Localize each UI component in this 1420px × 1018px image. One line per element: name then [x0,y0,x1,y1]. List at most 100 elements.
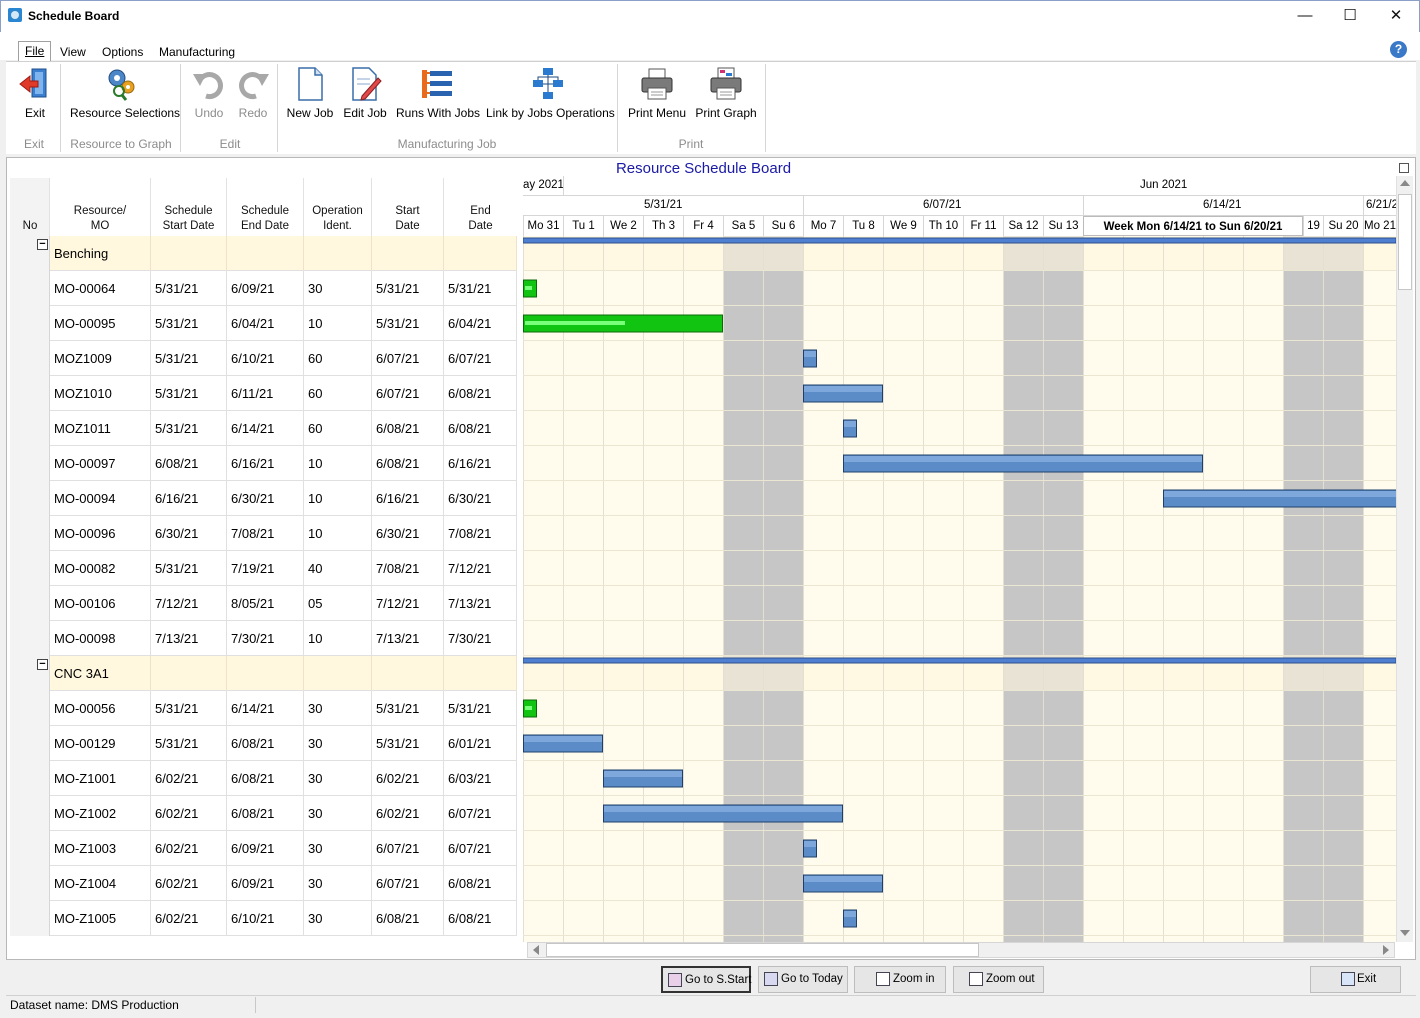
end-date-cell[interactable]: 7/08/21 [444,516,517,551]
edit-job-button[interactable]: Edit Job [342,66,388,120]
resource-group-row[interactable]: − CNC 3A1 [10,656,517,691]
mo-cell[interactable]: MO-00064 [50,271,151,306]
end-date-cell[interactable]: 5/31/21 [444,271,517,306]
operation-cell[interactable]: 10 [304,306,372,341]
scroll-left-icon[interactable] [533,945,539,955]
table-row[interactable]: MO-00106 7/12/21 8/05/21 05 7/12/21 7/13/21 [10,586,517,621]
start-date-cell[interactable]: 6/08/21 [372,411,444,446]
schedule-end-cell[interactable]: 6/08/21 [227,796,304,831]
col-header-end-date[interactable]: End Date [444,178,517,236]
redo-button[interactable]: Redo [232,66,274,120]
end-date-cell[interactable]: 7/12/21 [444,551,517,586]
horizontal-scroll-thumb[interactable] [546,943,979,957]
start-date-cell[interactable]: 5/31/21 [372,306,444,341]
operation-cell[interactable]: 30 [304,866,372,901]
start-date-cell[interactable]: 6/08/21 [372,901,444,936]
operation-cell[interactable]: 60 [304,341,372,376]
end-date-cell[interactable]: 6/01/21 [444,726,517,761]
close-button[interactable]: ✕ [1373,0,1419,32]
operation-cell[interactable]: 60 [304,376,372,411]
schedule-end-cell[interactable]: 8/05/21 [227,586,304,621]
mo-cell[interactable]: MO-00094 [50,481,151,516]
operation-cell[interactable]: 30 [304,901,372,936]
table-row[interactable]: MO-00098 7/13/21 7/30/21 10 7/13/21 7/30/21 [10,621,517,656]
start-date-cell[interactable]: 6/07/21 [372,341,444,376]
operation-cell[interactable]: 30 [304,271,372,306]
exit-bottom-button[interactable]: Exit [1310,966,1401,993]
scroll-down-icon[interactable] [1400,930,1410,936]
table-row[interactable]: MO-Z1004 6/02/21 6/09/21 30 6/07/21 6/08/21 [10,866,517,901]
start-date-cell[interactable]: 7/08/21 [372,551,444,586]
schedule-end-cell[interactable]: 6/09/21 [227,831,304,866]
col-header-schedule-start[interactable]: Schedule Start Date [151,178,227,236]
end-date-cell[interactable]: 7/13/21 [444,586,517,621]
table-row[interactable]: MO-00056 5/31/21 6/14/21 30 5/31/21 5/31/21 [10,691,517,726]
scroll-up-icon[interactable] [1400,180,1410,186]
col-header-no[interactable]: No [10,178,50,236]
col-header-resource[interactable]: Resource/MO [50,178,151,236]
schedule-end-cell[interactable]: 6/09/21 [227,866,304,901]
go-to-sstart-button[interactable]: Go to S.Start [661,966,751,993]
start-date-cell[interactable]: 5/31/21 [372,726,444,761]
schedule-end-cell[interactable]: 6/16/21 [227,446,304,481]
collapse-toggle-icon[interactable]: − [37,659,48,670]
end-date-cell[interactable]: 6/08/21 [444,901,517,936]
schedule-end-cell[interactable]: 7/19/21 [227,551,304,586]
mo-cell[interactable]: MO-00106 [50,586,151,621]
menu-options[interactable]: Options [96,44,149,62]
new-job-button[interactable]: New Job [286,66,334,120]
operation-cell[interactable]: 60 [304,411,372,446]
table-row[interactable]: MOZ1010 5/31/21 6/11/21 60 6/07/21 6/08/21 [10,376,517,411]
vertical-scroll-thumb[interactable] [1398,194,1412,290]
schedule-end-cell[interactable]: 6/14/21 [227,411,304,446]
help-icon[interactable]: ? [1390,41,1407,58]
table-row[interactable]: MO-00082 5/31/21 7/19/21 40 7/08/21 7/12/21 [10,551,517,586]
start-date-cell[interactable]: 7/12/21 [372,586,444,621]
end-date-cell[interactable]: 6/08/21 [444,411,517,446]
schedule-start-cell[interactable]: 6/02/21 [151,866,227,901]
col-header-start-date[interactable]: Start Date [372,178,444,236]
operation-cell[interactable]: 30 [304,796,372,831]
maximize-button[interactable]: ☐ [1327,0,1373,32]
mo-cell[interactable]: MO-00098 [50,621,151,656]
scroll-right-icon[interactable] [1383,945,1389,955]
menu-file[interactable]: File [18,41,52,62]
table-row[interactable]: MO-00097 6/08/21 6/16/21 10 6/08/21 6/16/21 [10,446,517,481]
col-header-operation[interactable]: Operation Ident. [304,178,372,236]
operation-cell[interactable]: 10 [304,516,372,551]
mo-cell[interactable]: MO-00096 [50,516,151,551]
end-date-cell[interactable]: 6/16/21 [444,446,517,481]
schedule-end-cell[interactable]: 7/30/21 [227,621,304,656]
end-date-cell[interactable]: 5/31/21 [444,691,517,726]
operation-cell[interactable]: 30 [304,726,372,761]
end-date-cell[interactable]: 6/07/21 [444,796,517,831]
schedule-end-cell[interactable]: 6/04/21 [227,306,304,341]
schedule-start-cell[interactable]: 5/31/21 [151,341,227,376]
schedule-end-cell[interactable]: 7/08/21 [227,516,304,551]
exit-ribbon-button[interactable]: Exit [14,66,56,120]
schedule-start-cell[interactable]: 7/12/21 [151,586,227,621]
schedule-start-cell[interactable]: 5/31/21 [151,551,227,586]
table-row[interactable]: MO-00129 5/31/21 6/08/21 30 5/31/21 6/01/21 [10,726,517,761]
start-date-cell[interactable]: 6/07/21 [372,376,444,411]
operation-cell[interactable]: 40 [304,551,372,586]
table-row[interactable]: MOZ1009 5/31/21 6/10/21 60 6/07/21 6/07/21 [10,341,517,376]
link-by-jobs-operations-button[interactable]: Link by Jobs Operations [486,66,615,120]
start-date-cell[interactable]: 6/07/21 [372,866,444,901]
end-date-cell[interactable]: 6/30/21 [444,481,517,516]
mo-cell[interactable]: MO-Z1005 [50,901,151,936]
operation-cell[interactable]: 05 [304,586,372,621]
end-date-cell[interactable]: 6/04/21 [444,306,517,341]
print-graph-button[interactable]: Print Graph [695,66,757,120]
schedule-start-cell[interactable]: 6/30/21 [151,516,227,551]
schedule-start-cell[interactable]: 6/02/21 [151,831,227,866]
print-menu-button[interactable]: Print Menu [627,66,687,120]
table-row[interactable]: MO-00094 6/16/21 6/30/21 10 6/16/21 6/30/21 [10,481,517,516]
start-date-cell[interactable]: 5/31/21 [372,691,444,726]
end-date-cell[interactable]: 6/08/21 [444,866,517,901]
start-date-cell[interactable]: 6/16/21 [372,481,444,516]
schedule-end-cell[interactable]: 6/09/21 [227,271,304,306]
schedule-start-cell[interactable]: 5/31/21 [151,376,227,411]
go-to-today-button[interactable]: Go to Today [758,966,848,993]
mo-cell[interactable]: MO-00082 [50,551,151,586]
